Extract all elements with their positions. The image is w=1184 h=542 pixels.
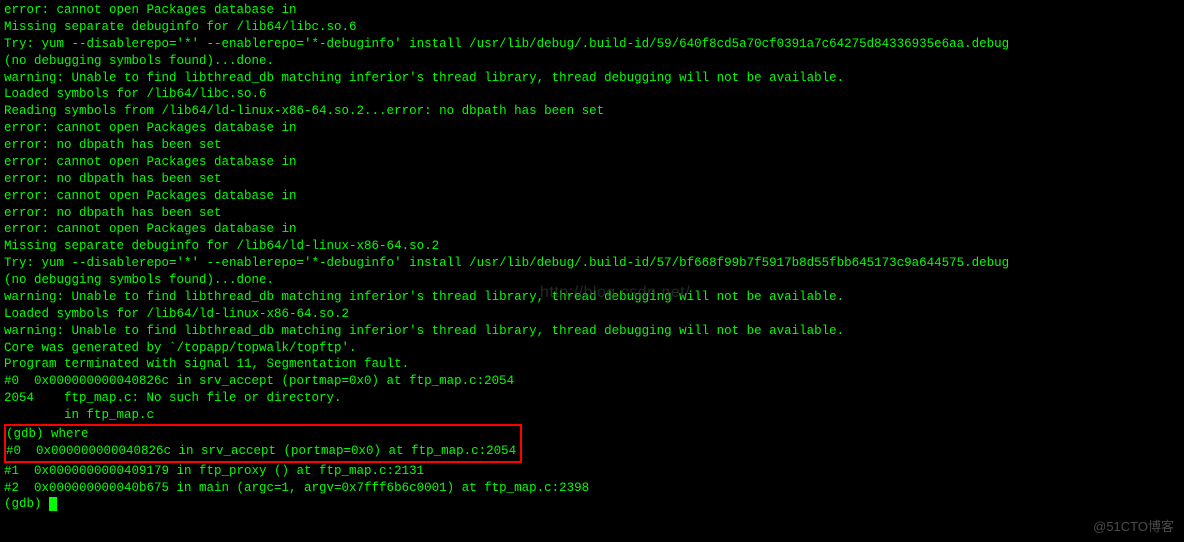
output-line: error: no dbpath has been set <box>4 137 1180 154</box>
output-line: (no debugging symbols found)...done. <box>4 53 1180 70</box>
output-line: error: cannot open Packages database in <box>4 120 1180 137</box>
gdb-prompt: (gdb) <box>4 497 49 511</box>
output-line: Try: yum --disablerepo='*' --enablerepo=… <box>4 255 1180 272</box>
output-line: in ftp_map.c <box>4 407 1180 424</box>
output-line: Program terminated with signal 11, Segme… <box>4 356 1180 373</box>
output-line: 2054 ftp_map.c: No such file or director… <box>4 390 1180 407</box>
stack-frame-1: #1 0x0000000000409179 in ftp_proxy () at… <box>4 463 1180 480</box>
terminal-output: error: cannot open Packages database in … <box>4 2 1180 513</box>
gdb-prompt-line[interactable]: (gdb) <box>4 496 1180 513</box>
output-line: error: no dbpath has been set <box>4 205 1180 222</box>
output-line: Reading symbols from /lib64/ld-linux-x86… <box>4 103 1180 120</box>
output-line: warning: Unable to find libthread_db mat… <box>4 323 1180 340</box>
output-line: Missing separate debuginfo for /lib64/li… <box>4 19 1180 36</box>
output-line: error: cannot open Packages database in <box>4 154 1180 171</box>
output-line: Loaded symbols for /lib64/ld-linux-x86-6… <box>4 306 1180 323</box>
watermark-text: http://blog.csdn.net/ <box>540 282 690 304</box>
output-line: Core was generated by `/topapp/topwalk/t… <box>4 340 1180 357</box>
corner-watermark: @51CTO博客 <box>1093 518 1174 536</box>
output-line: error: cannot open Packages database in <box>4 2 1180 19</box>
output-line: #0 0x000000000040826c in srv_accept (por… <box>4 373 1180 390</box>
stack-frame-0: #0 0x000000000040826c in srv_accept (por… <box>6 443 516 460</box>
output-line: Loaded symbols for /lib64/libc.so.6 <box>4 86 1180 103</box>
cursor-icon <box>49 497 57 511</box>
stack-frame-2: #2 0x000000000040b675 in main (argc=1, a… <box>4 480 1180 497</box>
highlighted-region: (gdb) where #0 0x000000000040826c in srv… <box>4 424 522 463</box>
gdb-where-command: (gdb) where <box>6 426 516 443</box>
output-line: error: cannot open Packages database in <box>4 188 1180 205</box>
output-line: error: cannot open Packages database in <box>4 221 1180 238</box>
output-line: Try: yum --disablerepo='*' --enablerepo=… <box>4 36 1180 53</box>
output-line: Missing separate debuginfo for /lib64/ld… <box>4 238 1180 255</box>
output-line: error: no dbpath has been set <box>4 171 1180 188</box>
output-line: warning: Unable to find libthread_db mat… <box>4 70 1180 87</box>
